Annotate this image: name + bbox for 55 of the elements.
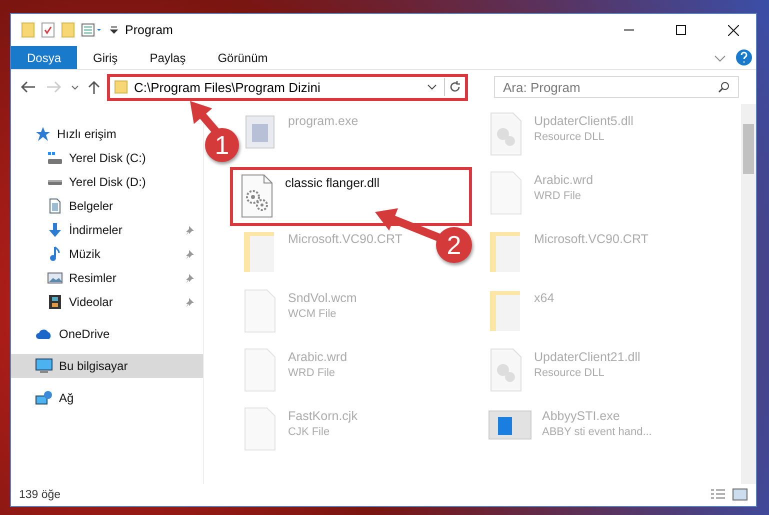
file-type: Resource DLL xyxy=(534,131,606,143)
ribbon-tab[interactable]: Giriş xyxy=(77,46,134,69)
file-name[interactable]: classic flanger.dll xyxy=(285,176,380,190)
file-type: WCM File xyxy=(288,308,338,320)
sidebar-item[interactable]: İndirmeler xyxy=(11,218,203,242)
file-type: CJK File xyxy=(288,426,331,438)
properties-icon[interactable] xyxy=(81,23,103,37)
folder-icon xyxy=(21,22,35,38)
file-icon xyxy=(488,171,524,215)
sidebar-item[interactable]: Hızlı erişim xyxy=(11,122,203,146)
address-bar[interactable]: C:\Program Files\Program Dizini xyxy=(107,74,468,100)
minimize-icon xyxy=(624,29,634,31)
close-icon xyxy=(728,24,738,36)
file-icon xyxy=(242,348,278,392)
monitor-icon xyxy=(35,358,53,374)
picture-icon xyxy=(47,270,63,286)
sidebar-item[interactable]: Ağ xyxy=(11,386,203,410)
folder-icon xyxy=(114,80,128,94)
star-icon xyxy=(35,126,51,142)
document-icon xyxy=(47,198,63,214)
gear-file-icon xyxy=(488,112,524,156)
ribbon-tab[interactable]: Paylaş xyxy=(134,46,202,69)
checklist-icon[interactable] xyxy=(41,22,55,38)
cloud-icon xyxy=(35,328,53,340)
sidebar-item[interactable]: Videolar xyxy=(11,290,203,314)
search-icon xyxy=(718,81,730,93)
search-field[interactable]: Ara: Program xyxy=(494,76,739,98)
file-icon xyxy=(242,289,278,333)
window-title: Program xyxy=(125,23,174,37)
network-icon xyxy=(35,390,53,406)
sidebar-item[interactable]: Yerel Disk (C:) xyxy=(11,146,203,170)
ribbon-tab[interactable]: Dosya xyxy=(11,46,78,69)
sidebar-item[interactable]: Müzik xyxy=(11,242,203,266)
sidebar-item[interactable]: Belgeler xyxy=(11,194,203,218)
drive-icon xyxy=(47,178,63,186)
file-type: Resource DLL xyxy=(534,367,606,379)
gear-file-icon xyxy=(239,174,275,218)
film-icon xyxy=(47,294,63,310)
sidebar-item[interactable]: Yerel Disk (D:) xyxy=(11,170,203,194)
file-icon xyxy=(242,407,278,451)
sidebar-item[interactable]: Resimler xyxy=(11,266,203,290)
sidebar-item[interactable]: Bu bilgisayar xyxy=(11,354,203,378)
thumbnail-view-icon[interactable] xyxy=(732,488,748,502)
download-arrow-icon xyxy=(47,222,63,238)
gear-file-icon xyxy=(488,348,524,392)
file-type: WRD File xyxy=(288,367,336,379)
ribbon-tab[interactable]: Görünüm xyxy=(202,46,284,69)
maximize-icon xyxy=(676,25,686,35)
sidebar-item[interactable]: OneDrive xyxy=(11,322,203,346)
dropdown-icon[interactable] xyxy=(109,25,119,35)
drive-icon xyxy=(47,150,63,166)
item-count: 139 öğe xyxy=(19,489,62,501)
scrollbar[interactable] xyxy=(741,104,756,484)
file-type: ABBY sti event hand... xyxy=(542,426,652,438)
file-type: WRD File xyxy=(534,190,582,202)
